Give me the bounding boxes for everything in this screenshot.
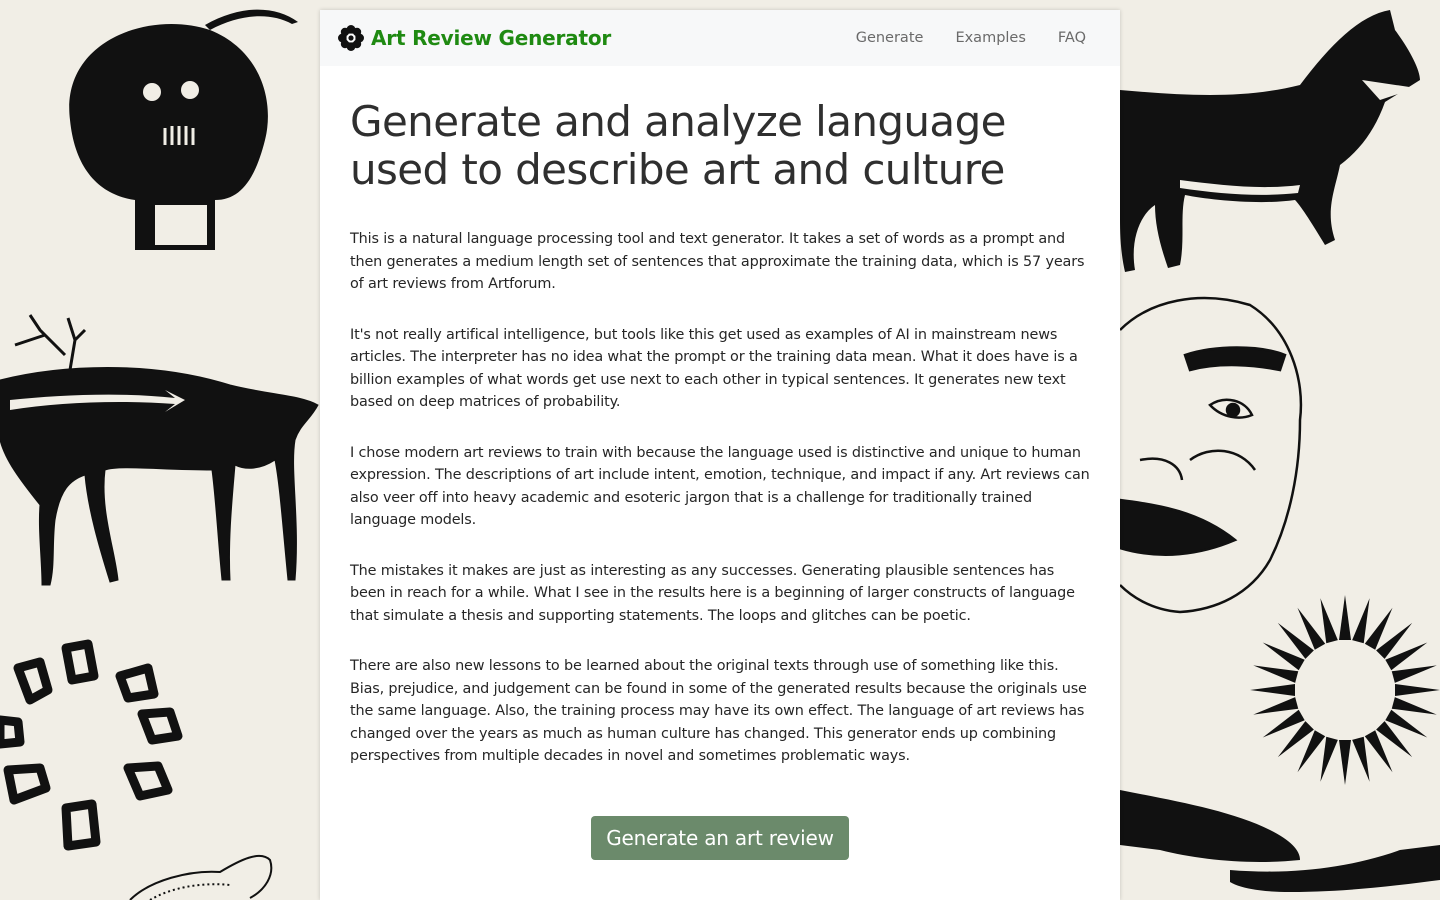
- cta-container: Generate an art review: [350, 815, 1090, 860]
- intro-paragraph-2: It's not really artifical intelligence, …: [350, 326, 1078, 411]
- intro-paragraph-3: I chose modern art reviews to train with…: [350, 444, 1090, 529]
- skull-drawing-icon: [69, 9, 298, 250]
- nav-links: Generate Examples FAQ: [840, 30, 1102, 46]
- nav-examples-link[interactable]: Examples: [939, 30, 1041, 46]
- brand-title: Art Review Generator: [371, 26, 612, 50]
- brand-link[interactable]: Art Review Generator: [338, 25, 611, 51]
- flower-logo-icon: [338, 25, 364, 51]
- page-title: Generate and analyze language used to de…: [350, 97, 1006, 194]
- fish-drawing-icon: [129, 854, 273, 900]
- nav-faq-link[interactable]: FAQ: [1042, 30, 1102, 46]
- intro-paragraph-4: The mistakes it makes are just as intere…: [350, 562, 1075, 624]
- main-content: Generate and analyze language used to de…: [320, 66, 1120, 860]
- mask-drawing-icon: [1118, 296, 1303, 614]
- wolf-drawing-icon: [1120, 10, 1420, 272]
- diamond-ring-drawing-icon: [0, 639, 183, 851]
- main-card: Art Review Generator Generate Examples F…: [320, 10, 1120, 900]
- intro-paragraph-5: There are also new lessons to be learned…: [350, 658, 1087, 764]
- snake-drawing-icon: [1120, 790, 1440, 892]
- sunburst-drawing-icon: [1210, 555, 1440, 825]
- deer-drawing-icon: [0, 314, 319, 586]
- generate-review-button[interactable]: Generate an art review: [591, 815, 849, 860]
- nav-generate-link[interactable]: Generate: [840, 30, 940, 46]
- navbar: Art Review Generator Generate Examples F…: [320, 10, 1120, 66]
- intro-paragraph-1: This is a natural language processing to…: [350, 231, 1085, 292]
